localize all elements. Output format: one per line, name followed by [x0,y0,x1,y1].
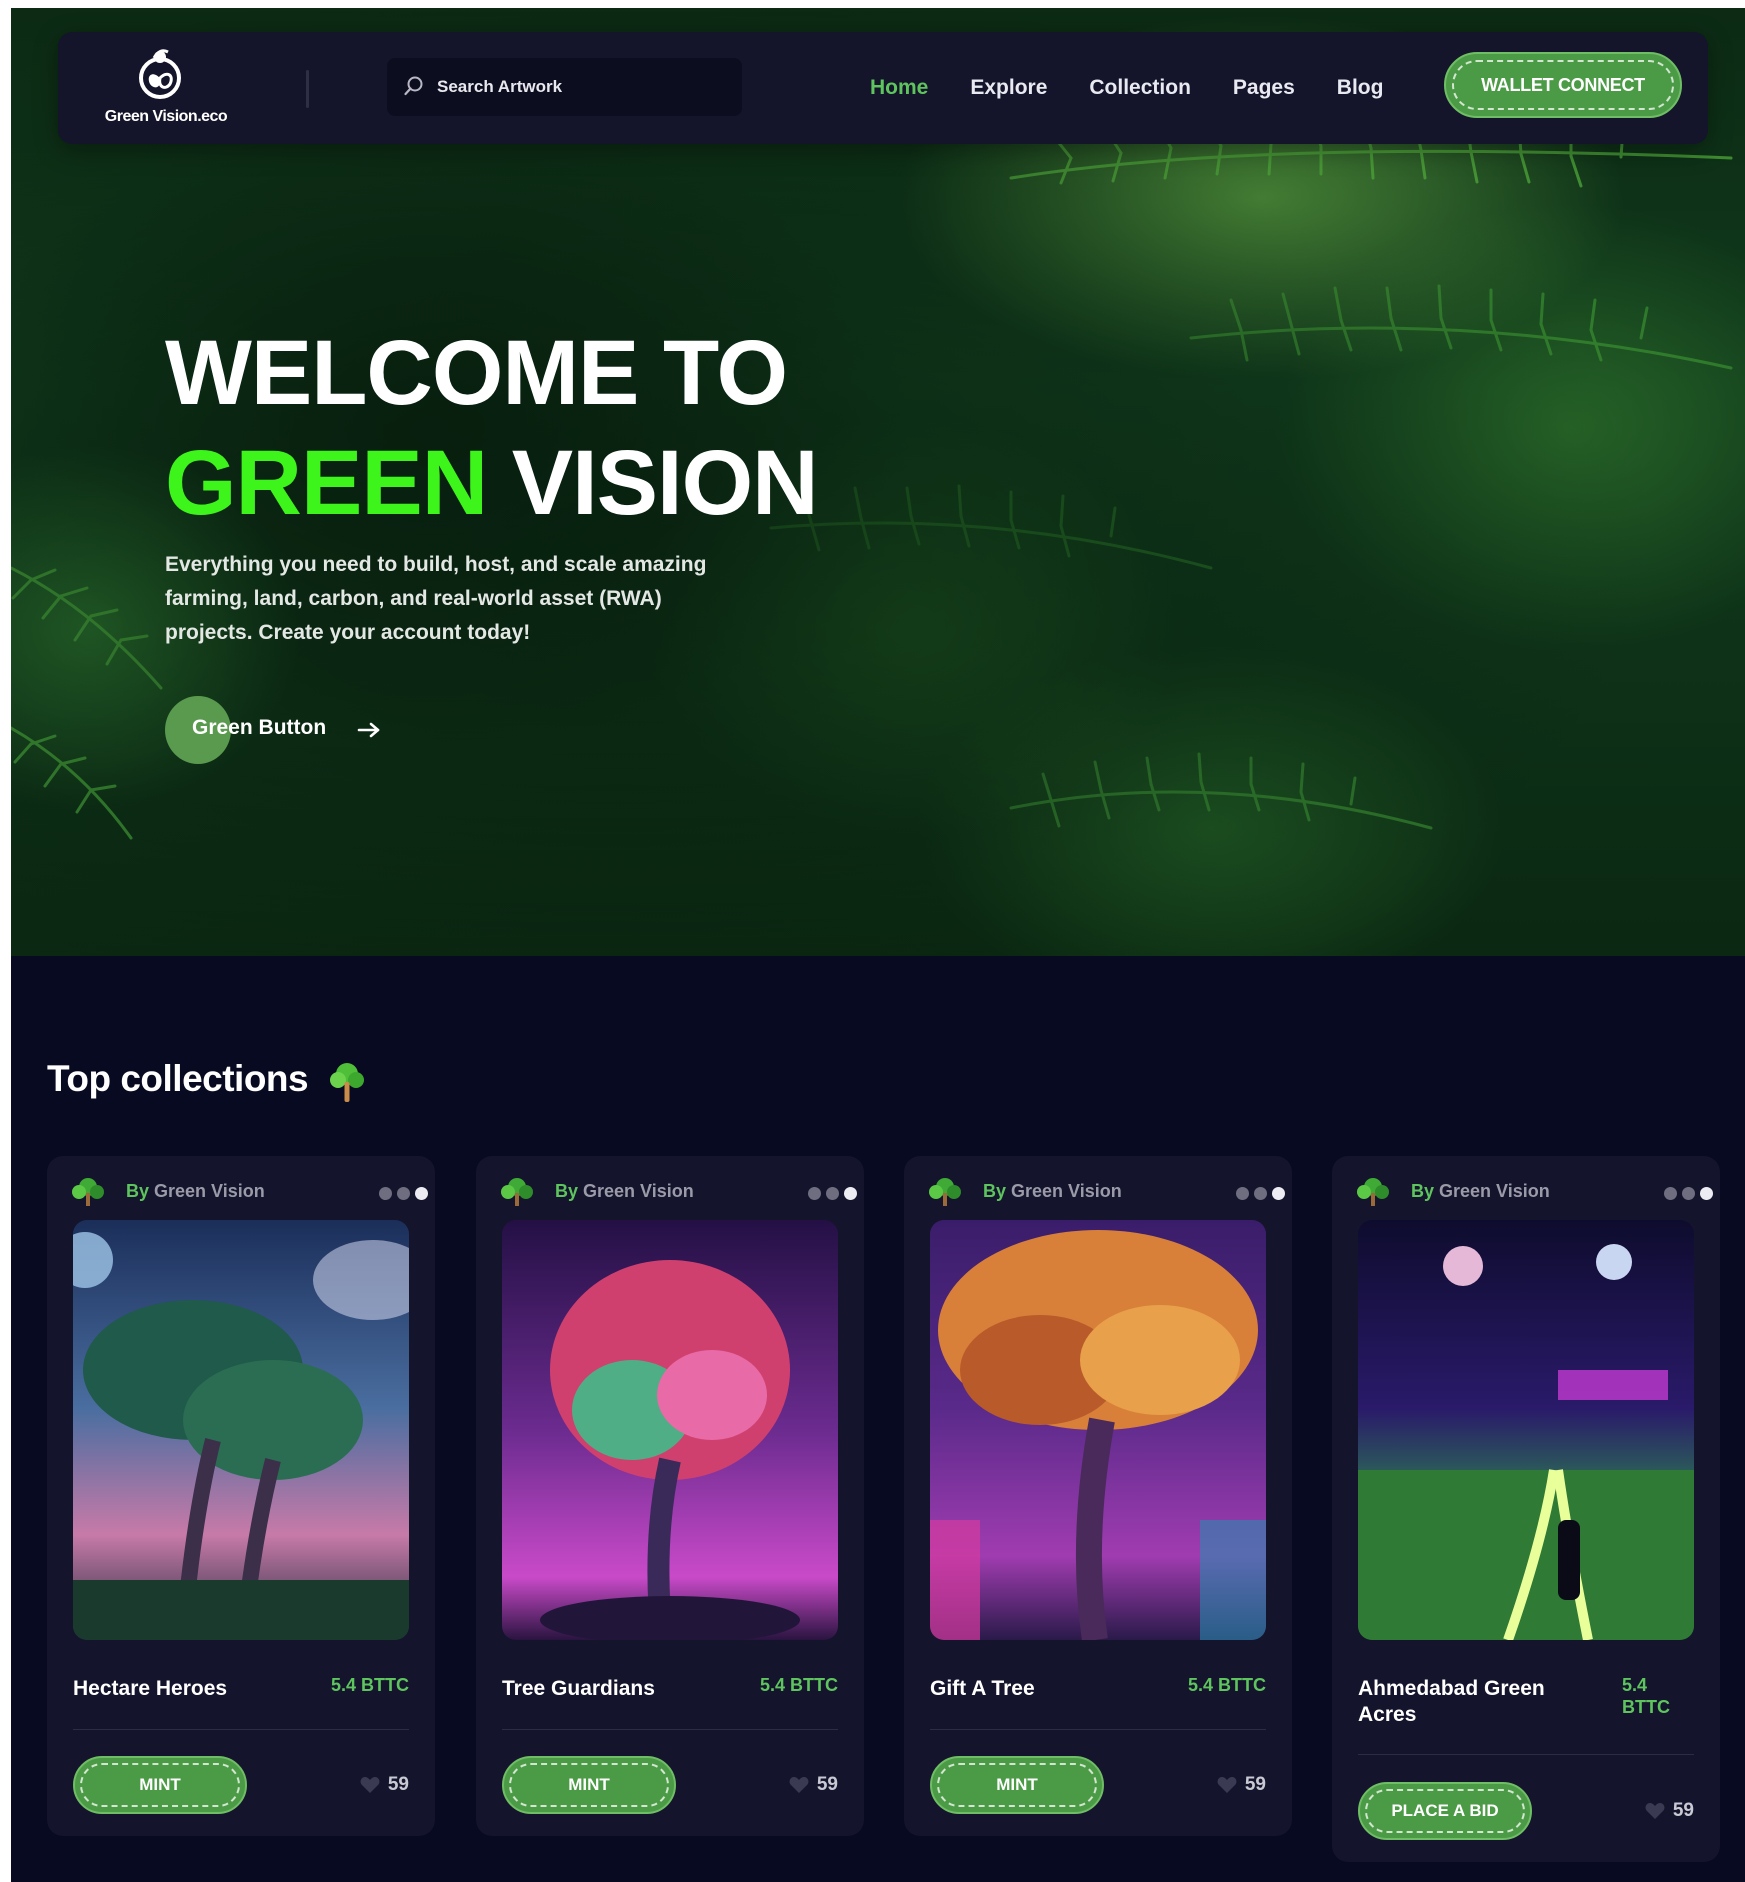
hero-title-line2: GREEN VISION [165,428,819,538]
card-price: 5.4 BTTC [759,1675,838,1695]
creator-by: By [1411,1181,1435,1201]
card-price: 5.4 BTTC [1622,1675,1670,1717]
mint-button[interactable]: MINT [930,1756,1104,1814]
nav-link-explore[interactable]: Explore [970,68,1047,108]
creator-label: By Green Vision [126,1181,265,1202]
hero-title-rest: VISION [511,432,819,534]
card-name: Gift A Tree [930,1677,1035,1700]
card-image[interactable] [73,1220,409,1640]
card-header: By Green Vision [1356,1174,1713,1214]
creator-label: By Green Vision [555,1181,694,1202]
arrow-right-icon [357,722,380,738]
creator-by: By [555,1181,579,1201]
logo-icon [139,49,181,99]
heart-icon [360,1777,380,1793]
likes[interactable]: 59 [360,1774,409,1796]
creator-name: Green Vision [1011,1181,1122,1201]
card-divider [930,1729,1266,1730]
card-divider [502,1729,838,1730]
search-icon [404,76,423,96]
place-bid-button[interactable]: PLACE A BID [1358,1782,1532,1840]
likes[interactable]: 59 [1217,1774,1266,1796]
likes[interactable]: 59 [789,1774,838,1796]
likes-count: 59 [1244,1774,1266,1795]
likes-count: 59 [387,1774,409,1795]
card-image[interactable] [930,1220,1266,1640]
creator-by: By [983,1181,1007,1201]
nav-divider [306,70,309,108]
hero-section: Green Vision.eco Home Explore Collection… [11,8,1745,956]
card-name: Tree Guardians [502,1677,655,1700]
search-box [387,58,742,116]
card-divider [73,1729,409,1730]
likes-count: 59 [1672,1800,1694,1821]
brand-name: Green Vision.eco [104,108,228,125]
creator-avatar-icon [1357,1178,1389,1206]
card-header: By Green Vision [500,1174,857,1214]
likes[interactable]: 59 [1645,1800,1694,1822]
mint-button[interactable]: MINT [73,1756,247,1814]
heart-icon [789,1777,809,1793]
card-header: By Green Vision [928,1174,1285,1214]
creator-name: Green Vision [583,1181,694,1201]
card-image[interactable] [1358,1220,1694,1640]
hero-cta-button[interactable]: Green Button [165,696,395,764]
hero-title: WELCOME TO GREEN VISION [165,318,819,538]
more-dots-icon[interactable] [379,1187,435,1201]
nav-link-home[interactable]: Home [870,68,928,108]
creator-avatar-icon [501,1178,533,1206]
logo[interactable]: Green Vision.eco [96,48,236,128]
hero-title-accent: GREEN [165,432,488,534]
card-divider [1358,1754,1694,1755]
card-name: Ahmedabad Green Acres [1358,1677,1545,1726]
card-price: 5.4 BTTC [330,1675,409,1695]
card-price: 5.4 BTTC [1187,1675,1266,1695]
wallet-connect-button[interactable]: WALLET CONNECT [1444,52,1682,118]
hero-description: Everything you need to build, host, and … [165,553,707,644]
card-name: Hectare Heroes [73,1677,228,1700]
creator-label: By Green Vision [1411,1181,1550,1202]
more-dots-icon[interactable] [1664,1187,1720,1201]
heart-icon [1217,1777,1237,1793]
creator-name: Green Vision [1439,1181,1550,1201]
creator-name: Green Vision [154,1181,265,1201]
section-title: Top collections [47,1058,309,1099]
nav-link-collection[interactable]: Collection [1089,68,1191,108]
tree-icon [330,1063,364,1102]
navbar: Green Vision.eco Home Explore Collection… [58,32,1708,144]
creator-by: By [126,1181,150,1201]
likes-count: 59 [816,1774,838,1795]
collection-card: By Green Vision Tree Guardians 5.4 BTTC … [476,1156,864,1836]
mint-button[interactable]: MINT [502,1756,676,1814]
card-image[interactable] [502,1220,838,1640]
hero-button-label: Green Button [192,716,327,739]
more-dots-icon[interactable] [808,1187,864,1201]
hero-title-line1: WELCOME TO [165,322,788,424]
heart-icon [1645,1803,1665,1819]
more-dots-icon[interactable] [1236,1187,1292,1201]
collection-card: By Green Vision Gift A Tree 5.4 BTTC MIN… [904,1156,1292,1836]
creator-avatar-icon [929,1178,961,1206]
page: Green Vision.eco Home Explore Collection… [11,8,1745,1882]
creator-label: By Green Vision [983,1181,1122,1202]
collection-card: By Green Vision Hectare Heroes 5.4 BTTC … [47,1156,435,1836]
nav-link-blog[interactable]: Blog [1337,68,1384,108]
creator-avatar-icon [72,1178,104,1206]
nav-link-pages[interactable]: Pages [1233,68,1295,108]
collection-card: By Green Vision Ahmedabad Green Acres 5.… [1332,1156,1720,1862]
search-input[interactable] [437,72,727,102]
card-header: By Green Vision [71,1174,428,1214]
nav-links: Home Explore Collection Pages Blog [870,68,1425,108]
